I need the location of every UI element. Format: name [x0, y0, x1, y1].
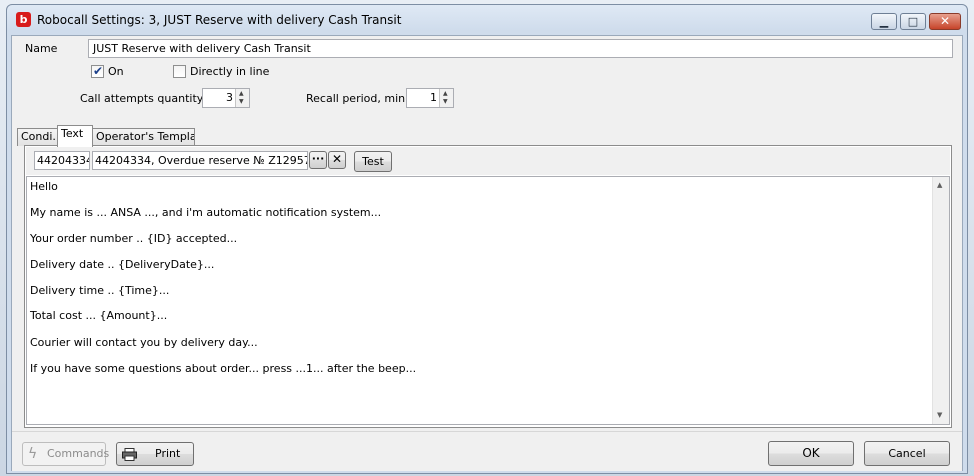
chevron-up-icon[interactable]: ▲ — [239, 90, 244, 97]
test-button[interactable]: Test — [354, 151, 392, 172]
order-selection-field[interactable]: 44204334, Overdue reserve № Z129570 ... — [92, 151, 308, 170]
printer-icon — [122, 447, 137, 461]
scroll-down-icon[interactable]: ▼ — [937, 411, 942, 419]
minimize-button[interactable]: ▁ — [871, 13, 897, 30]
close-icon: ✕ — [939, 14, 951, 28]
text-line: Total cost ... {Amount}... — [30, 309, 168, 322]
lightning-icon: ϟ — [28, 446, 38, 462]
recall-period-stepper[interactable]: 1 ▲ ▼ — [406, 88, 454, 108]
name-label: Name — [25, 42, 58, 55]
text-line: Hello — [30, 180, 58, 193]
text-line: My name is ... ANSA ..., and i'm automat… — [30, 206, 382, 219]
call-attempts-label: Call attempts quantity — [80, 92, 204, 105]
text-line: If you have some questions about order..… — [30, 362, 417, 375]
on-checkbox[interactable]: ✔ — [91, 64, 104, 78]
cancel-button[interactable]: Cancel — [864, 441, 950, 466]
browse-button[interactable]: ··· — [309, 151, 327, 169]
call-attempts-arrows[interactable]: ▲ ▼ — [235, 89, 249, 107]
ok-button[interactable]: OK — [768, 441, 854, 466]
tab-text[interactable]: Text — [57, 125, 93, 147]
call-attempts-stepper[interactable]: 3 ▲ ▼ — [202, 88, 250, 108]
vertical-scrollbar[interactable]: ▲ ▼ — [932, 177, 949, 424]
maximize-button[interactable]: □ — [900, 13, 926, 30]
recall-period-arrows[interactable]: ▲ ▼ — [439, 89, 453, 107]
window-title: Robocall Settings: 3, JUST Reserve with … — [37, 13, 402, 27]
app-icon: b — [16, 12, 31, 27]
chevron-down-icon[interactable]: ▼ — [239, 98, 244, 105]
chevron-down-icon[interactable]: ▼ — [443, 98, 448, 105]
maximize-icon: □ — [907, 15, 919, 28]
settings-window: b Robocall Settings: 3, JUST Reserve wit… — [6, 4, 968, 474]
directly-in-line-checkbox[interactable] — [173, 65, 186, 78]
tab-conditions[interactable]: Condi... — [17, 128, 59, 146]
chevron-up-icon[interactable]: ▲ — [443, 90, 448, 97]
bottom-bar: ϟ Commands Print OK Cancel — [12, 431, 962, 471]
commands-label: Commands — [47, 447, 110, 460]
text-line: Courier will contact you by delivery day… — [30, 336, 258, 349]
clear-selection-button[interactable]: ✕ — [328, 151, 346, 169]
recall-period-label: Recall period, min — [306, 92, 406, 105]
directly-in-line-label: Directly in line — [190, 65, 270, 78]
minimize-icon: ▁ — [879, 15, 889, 28]
commands-button[interactable]: ϟ Commands — [22, 442, 110, 466]
dialog-content: Name JUST Reserve with delivery Cash Tra… — [11, 35, 963, 471]
text-toolbar: 44204334 44204334, Overdue reserve № Z12… — [26, 147, 950, 175]
close-button[interactable]: ✕ — [929, 13, 961, 30]
order-id-field[interactable]: 44204334 — [34, 151, 90, 170]
print-label: Print — [155, 447, 181, 460]
recall-period-value: 1 — [430, 91, 437, 104]
text-line: Delivery date .. {DeliveryDate}... — [30, 258, 215, 271]
text-line: Delivery time .. {Time}... — [30, 284, 170, 297]
print-button[interactable]: Print — [116, 442, 194, 466]
name-field[interactable]: JUST Reserve with delivery Cash Transit — [88, 39, 953, 58]
on-label: On — [108, 65, 124, 78]
scroll-up-icon[interactable]: ▲ — [937, 181, 942, 189]
call-attempts-value: 3 — [226, 91, 233, 104]
title-bar[interactable]: b Robocall Settings: 3, JUST Reserve wit… — [7, 5, 967, 35]
text-tab-panel: 44204334 44204334, Overdue reserve № Z12… — [24, 145, 952, 428]
tab-operators-template[interactable]: Operator's Template — [92, 128, 195, 146]
text-line: Your order number .. {ID} accepted... — [30, 232, 238, 245]
checkmark-icon: ✔ — [93, 64, 104, 78]
message-text-editor[interactable]: Hello My name is ... ANSA ..., and i'm a… — [26, 176, 950, 425]
